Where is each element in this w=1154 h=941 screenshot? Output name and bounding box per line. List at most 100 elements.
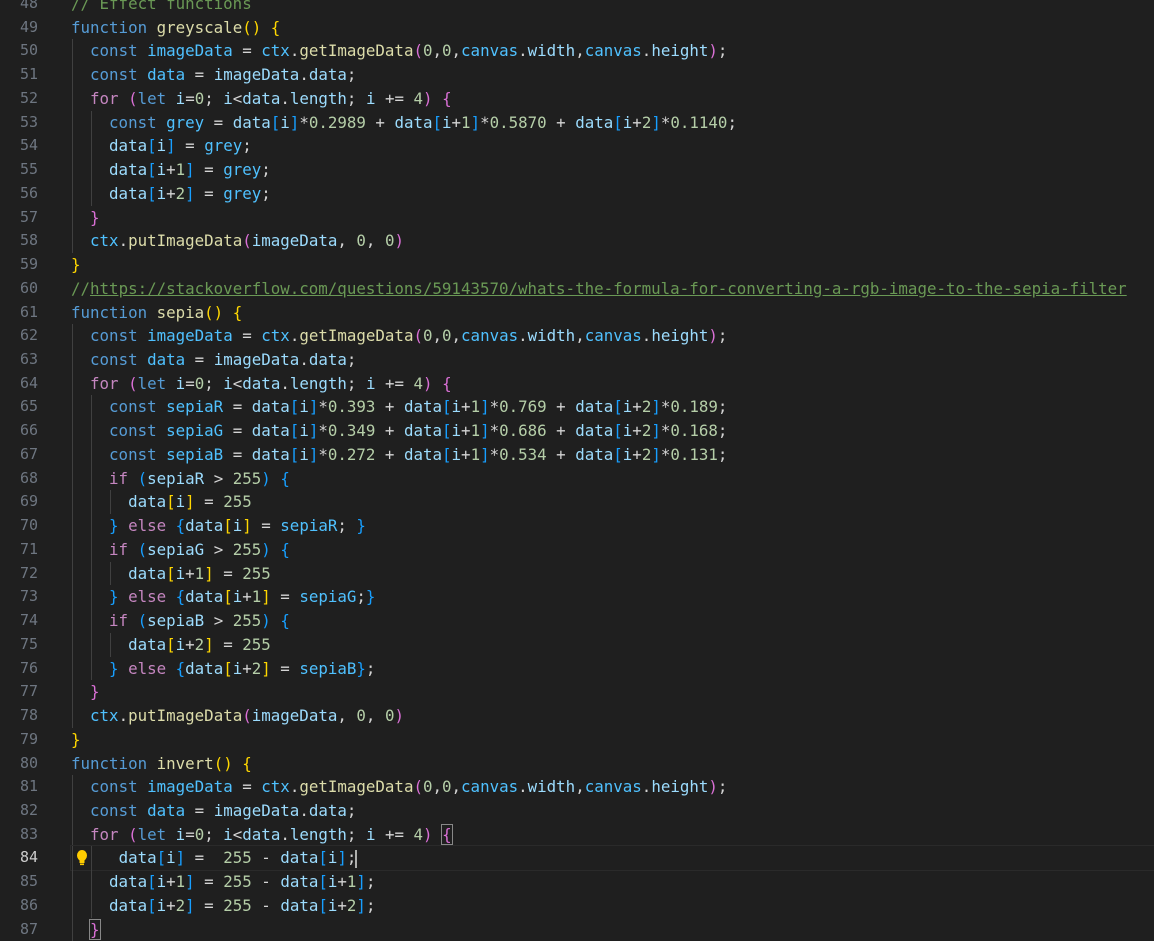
code-content[interactable]: function invert() { [71,752,1154,776]
code-editor[interactable]: 48 // Effect functions 49 function greyscal… [0,0,1154,941]
code-content[interactable]: data[i+1] = 255 - data[i+1]; [71,870,1154,894]
code-content[interactable]: } [71,205,1154,230]
code-content[interactable]: data[i+2] = 255 [71,632,1154,657]
code-content[interactable]: data[i] = grey; [71,134,1154,159]
code-line[interactable]: 80 function invert() { [0,752,1154,776]
code-content[interactable]: function greyscale() { [71,16,1154,40]
code-text: function sepia() { [71,301,242,325]
code-line[interactable]: 79} [0,728,1154,752]
code-line[interactable]: 83 for (let i=0; i<data.length; i += 4) … [0,822,1154,847]
code-line[interactable]: 86 data[i+2] = 255 - data[i+2]; [0,893,1154,918]
code-token: . [280,373,290,393]
code-token: [ [223,658,233,678]
code-line[interactable]: 63 const data = imageData.data; [0,348,1154,372]
code-token: ; [204,88,224,108]
code-line[interactable]: 50 const imageData = ctx.getImageData(0,… [0,39,1154,64]
code-token: [ [318,872,328,892]
code-line[interactable]: 69 data[i] = 255 [0,490,1154,515]
code-content[interactable]: } else {data[i] = sepiaR; } [71,514,1154,538]
code-content[interactable]: if (sepiaG > 255) { [71,537,1154,562]
code-line[interactable]: 73 } else {data[i+1] = sepiaG;} [0,585,1154,610]
code-content[interactable]: } else {data[i+1] = sepiaG;} [71,585,1154,610]
code-line[interactable]: 58 ctx.putImageData(imageData, 0, 0) [0,229,1154,254]
code-line[interactable]: 76 } else {data[i+2] = sepiaB}; [0,656,1154,681]
code-content[interactable]: const sepiaB = data[i]*0.272 + data[i+1]… [71,442,1154,467]
code-content[interactable]: for (let i=0; i<data.length; i += 4) { [71,86,1154,111]
code-line[interactable]: 64 for (let i=0; i<data.length; i += 4) … [0,371,1154,396]
code-content[interactable]: const grey = data[i]*0.2989 + data[i+1]*… [71,110,1154,135]
code-line[interactable]: 84 data[i] = 255 - data[i]; [0,845,1154,872]
code-line[interactable]: 49 function greyscale() { [0,16,1154,40]
code-line[interactable]: 59} [0,253,1154,277]
code-content[interactable]: if (sepiaR > 255) { [71,466,1154,491]
code-line[interactable]: 53 const grey = data[i]*0.2989 + data[i+… [0,110,1154,135]
code-content[interactable]: } [71,253,1154,277]
code-content[interactable]: const sepiaG = data[i]*0.349 + data[i+1]… [71,419,1154,443]
code-line[interactable]: 85 data[i+1] = 255 - data[i+1]; [0,870,1154,894]
code-content[interactable]: data[i] = 255 - data[i]; [70,845,1154,872]
code-line[interactable]: 81 const imageData = ctx.getImageData(0,… [0,775,1154,799]
code-line[interactable]: 71 if (sepiaG > 255) { [0,537,1154,562]
code-line[interactable]: 52 for (let i=0; i<data.length; i += 4) … [0,86,1154,111]
code-line[interactable]: 57 } [0,205,1154,230]
line-number: 69 [19,492,38,511]
code-line[interactable]: 60 //https://stackoverflow.com/questions/… [0,277,1154,301]
code-content[interactable]: data[i+1] = grey; [71,158,1154,182]
code-line[interactable]: 55 data[i+1] = grey; [0,158,1154,182]
code-content[interactable]: data[i+1] = 255 [71,561,1154,586]
code-token: [ [289,397,300,417]
code-content[interactable]: const imageData = ctx.getImageData(0,0,c… [71,39,1154,64]
code-content[interactable]: data[i+2] = 255 - data[i+2]; [71,893,1154,918]
code-line[interactable]: 66 const sepiaG = data[i]*0.349 + data[i… [0,419,1154,443]
code-line[interactable]: 87 } [0,917,1154,941]
code-content[interactable]: data[i] = 255 [71,490,1154,515]
code-content[interactable]: } [71,680,1154,705]
code-content[interactable]: for (let i=0; i<data.length; i += 4) { [71,371,1154,396]
code-line[interactable]: 56 data[i+2] = grey; [0,181,1154,206]
code-line[interactable]: 78 ctx.putImageData(imageData, 0, 0) [0,704,1154,728]
code-token: else [128,516,167,536]
code-line[interactable]: 72 data[i+1] = 255 [0,561,1154,586]
code-content[interactable]: function sepia() { [71,301,1154,325]
code-line[interactable]: 82 const data = imageData.data; [0,798,1154,823]
line-number: 53 [19,112,38,131]
code-token: canvas [584,777,642,797]
code-content[interactable]: } else {data[i+2] = sepiaB}; [71,656,1154,681]
code-line[interactable]: 48 // Effect functions [0,0,1154,16]
code-line[interactable]: 61 function sepia() { [0,301,1154,325]
code-content[interactable]: const imageData = ctx.getImageData(0,0,c… [71,324,1154,349]
code-content[interactable]: for (let i=0; i<data.length; i += 4) { [71,822,1154,847]
code-content[interactable]: ctx.putImageData(imageData, 0, 0) [71,704,1154,728]
lightbulb-icon[interactable] [74,849,90,866]
code-content[interactable]: const data = imageData.data; [71,798,1154,823]
code-content[interactable]: ctx.putImageData(imageData, 0, 0) [71,229,1154,254]
code-line[interactable]: 70 } else {data[i] = sepiaR; } [0,514,1154,538]
code-content[interactable]: } [71,917,1154,941]
code-content[interactable]: data[i+2] = grey; [71,181,1154,206]
code-line[interactable]: 74 if (sepiaB > 255) { [0,609,1154,633]
code-token: data [394,112,433,132]
code-content[interactable]: } [71,728,1154,752]
code-token: , [337,706,357,726]
code-content[interactable]: const data = imageData.data; [71,348,1154,372]
code-content[interactable]: if (sepiaB > 255) { [71,609,1154,633]
code-line[interactable]: 54 data[i] = grey; [0,134,1154,159]
code-line[interactable]: 51 const data = imageData.data; [0,63,1154,87]
code-content[interactable]: //https://stackoverflow.com/questions/59… [71,277,1154,301]
code-line[interactable]: 65 const sepiaR = data[i]*0.393 + data[i… [0,395,1154,420]
code-content[interactable]: // Effect functions [71,0,1154,16]
code-content[interactable]: const data = imageData.data; [71,63,1154,87]
code-content[interactable]: const sepiaR = data[i]*0.393 + data[i+1]… [71,395,1154,420]
code-token: } [356,658,366,678]
code-line[interactable]: 62 const imageData = ctx.getImageData(0,… [0,324,1154,349]
code-token: let [137,88,167,108]
code-token: , [432,777,443,797]
code-line[interactable]: 77 } [0,680,1154,705]
code-line[interactable]: 67 const sepiaB = data[i]*0.272 + data[i… [0,442,1154,467]
code-line[interactable]: 75 data[i+2] = 255 [0,632,1154,657]
code-token: + [375,421,404,441]
code-content[interactable]: const imageData = ctx.getImageData(0,0,c… [71,775,1154,799]
code-line[interactable]: 68 if (sepiaR > 255) { [0,466,1154,491]
